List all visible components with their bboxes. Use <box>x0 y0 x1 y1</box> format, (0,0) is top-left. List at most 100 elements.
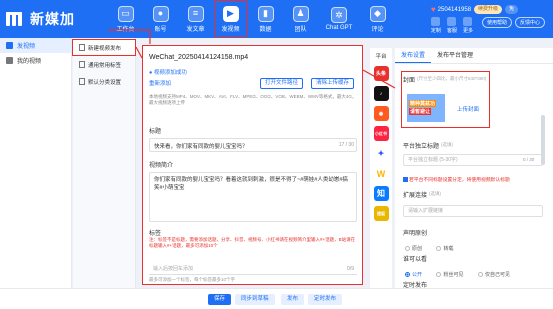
main-nav: ▭ 工作台 ● 账号 ≡ 发文章 ▶ 发视频 ▮ 数据 ♟ 团队 ✲ Chat … <box>108 0 395 38</box>
nav-team[interactable]: ♟ 团队 <box>283 0 318 38</box>
platform-sohu-icon[interactable]: 搜狐 <box>373 206 389 221</box>
headset-icon <box>447 17 457 26</box>
radio-circle <box>405 246 410 251</box>
free-badge: 免 <box>505 5 519 14</box>
tab-platform-management[interactable]: 发布平台管理 <box>431 48 479 63</box>
platform-weishi-icon[interactable]: W <box>373 166 389 181</box>
top-header: 新媒加 ▭ 工作台 ● 账号 ≡ 发文章 ▶ 发视频 ▮ 数据 ♟ 团队 ✲ C… <box>0 0 553 38</box>
nav-accounts[interactable]: ● 账号 <box>143 0 178 38</box>
tags-warning: 注：标签不是标题，需要添加话题，分享、抖音、视频号、小红书请在视频简介里输入#+… <box>149 237 356 248</box>
clear-cache-button[interactable]: 清除上传缓存 <box>311 78 355 89</box>
visibility-fans-radio[interactable]: 粉丝可见 <box>436 271 463 278</box>
thumb-line-2: 请暂避让 <box>409 108 432 115</box>
bottom-action-bar: 保存 同步到草稿 发布 定时发布 <box>0 288 553 309</box>
app-logo: 新媒加 <box>6 9 75 29</box>
sub-item-new-video[interactable]: 新建视频发布 <box>72 39 136 56</box>
play-icon <box>6 42 13 49</box>
sub-item-label: 新建视频发布 <box>88 45 122 52</box>
cover-thumbnail: 精种莫兹功 请暂避让 <box>407 94 445 122</box>
service-button[interactable]: 客服 <box>447 17 457 34</box>
nav-videos[interactable]: ▶ 发视频 <box>213 0 248 38</box>
sidebar-item-my-videos[interactable]: 我的视频 <box>0 53 71 68</box>
grid-icon <box>463 17 473 26</box>
sub-item-default-category[interactable]: 默认分类设置 <box>73 74 135 89</box>
nav-label: 数据 <box>259 26 272 33</box>
radio-circle <box>405 272 410 277</box>
sub-item-label: 默认分类设置 <box>88 79 122 86</box>
custom-button[interactable]: 定制 <box>431 17 441 34</box>
platform-zhihu-icon[interactable]: 知 <box>373 186 389 201</box>
tags-input[interactable]: 输入后按回车添加 <box>149 264 357 275</box>
platform-title-hint: (选填) <box>441 142 453 147</box>
document-icon <box>79 61 85 68</box>
schedule-publish-button[interactable]: 定时发布 <box>308 294 343 305</box>
platform-kuaishou-icon[interactable]: ◉ <box>373 106 389 121</box>
nav-label: 评论 <box>371 26 384 33</box>
video-file-name: WeChat_20250414124158.mp4 <box>149 54 249 61</box>
tab-publish-settings[interactable]: 发布设置 <box>395 48 432 63</box>
sidebar-item-publish-video[interactable]: 发视频 <box>0 38 71 53</box>
save-button[interactable]: 保存 <box>208 294 232 305</box>
radio-label: 转载 <box>443 246 454 252</box>
sidebar-item-label: 发视频 <box>17 44 36 50</box>
platform-xiaohongshu-icon[interactable]: 小红书 <box>373 126 389 141</box>
nav-label: 账号 <box>154 26 167 33</box>
platform-baijiahao-icon[interactable]: ✦ <box>373 146 389 161</box>
re-add-link[interactable]: 重新添加 <box>149 79 171 87</box>
radio-circle <box>436 272 442 277</box>
platform-title-input[interactable]: 平台独立标题 (5-30字) <box>403 154 543 166</box>
nav-comments[interactable]: ◆ 评论 <box>360 0 395 38</box>
video-list-icon <box>6 57 13 64</box>
user-phone: 2504141958 <box>437 6 472 13</box>
visibility-public-radio[interactable]: 公开 <box>405 271 422 278</box>
open-folder-button[interactable]: 打开文件路径 <box>260 78 304 89</box>
more-button[interactable]: 更多 <box>463 17 473 34</box>
radio-label: 仅自己可见 <box>484 272 510 278</box>
document-icon <box>79 78 85 85</box>
mini-label: 定制 <box>430 28 441 34</box>
description-textarea[interactable]: 你们家有同款的婴儿宝宝吗？看着这就到刺激，很是不得了~#萌娃#人类幼崽#搞笑#小… <box>149 172 357 222</box>
nav-workbench[interactable]: ▭ 工作台 <box>108 0 143 38</box>
tags-count: 0/9 <box>347 266 354 272</box>
title-input[interactable]: 快来看，你们家有同款的婴儿宝宝吗？ <box>149 138 357 152</box>
gear-icon: ✲ <box>331 7 347 23</box>
nav-label: 发文章 <box>186 26 205 33</box>
tags-hint: 最多可添加一个标签，每个标签最多10个字 <box>149 277 236 282</box>
vip-upgrade-button[interactable]: 续费升级 <box>474 5 503 14</box>
declare-original-radio[interactable]: 原创 <box>405 245 422 252</box>
nav-label: Chat GPT <box>325 25 353 31</box>
logo-icon <box>6 10 26 28</box>
platform-toutiao-icon[interactable]: 头条 <box>373 66 389 81</box>
title-label: 标题 <box>149 129 162 135</box>
platform-douyin-icon[interactable]: ♪ <box>373 86 389 101</box>
nav-data[interactable]: ▮ 数据 <box>248 0 283 38</box>
platform-title: 平台 <box>375 54 387 60</box>
title-value: 快来看，你们家有同款的婴儿宝宝吗？ <box>154 144 248 150</box>
sub-item-common-tags[interactable]: 通用常用标签 <box>73 57 135 72</box>
cover-upload-area[interactable]: 精种莫兹功 请暂避让 上传封面 <box>401 71 490 128</box>
title-char-count: 17 / 30 <box>338 142 354 148</box>
sub-item-label: 通用常用标签 <box>88 62 122 69</box>
sync-draft-button[interactable]: 同步到草稿 <box>235 294 275 305</box>
settings-scrollbar[interactable] <box>541 115 545 165</box>
left-sidebar: 发视频 我的视频 <box>0 38 72 309</box>
nav-articles[interactable]: ≡ 发文章 <box>178 0 213 38</box>
upload-status: ● 视频添加成功 <box>149 70 187 76</box>
visibility-label: 谁可以看 <box>403 257 428 263</box>
extension-link-input[interactable]: 请输入扩展链接 <box>403 205 543 217</box>
radio-label: 粉丝可见 <box>443 272 464 278</box>
nav-chatgpt[interactable]: ✲ Chat GPT <box>318 0 360 38</box>
mini-label: 更多 <box>462 28 473 34</box>
upload-cover-button[interactable]: 上传封面 <box>457 105 479 113</box>
declare-original-label: 声明原创 <box>403 231 428 237</box>
sub-sidebar: 新建视频发布 通用常用标签 默认分类设置 <box>72 38 136 309</box>
use-default-title-checkbox[interactable] <box>403 177 408 182</box>
mini-label: 客服 <box>446 28 457 34</box>
declare-repost-radio[interactable]: 转载 <box>436 245 453 252</box>
visibility-private-radio[interactable]: 仅自己可见 <box>477 271 510 278</box>
format-hint: 本地视频支持MP4、MOV、MKV、AVI、FLV、MPEG、OGG、VOB、W… <box>149 94 357 105</box>
help-button[interactable]: 使用帮助 <box>481 17 512 28</box>
publish-button[interactable]: 发布 <box>281 294 305 305</box>
platform-name: 头条 <box>375 71 386 77</box>
feedback-button[interactable]: 反馈中心 <box>514 17 545 28</box>
